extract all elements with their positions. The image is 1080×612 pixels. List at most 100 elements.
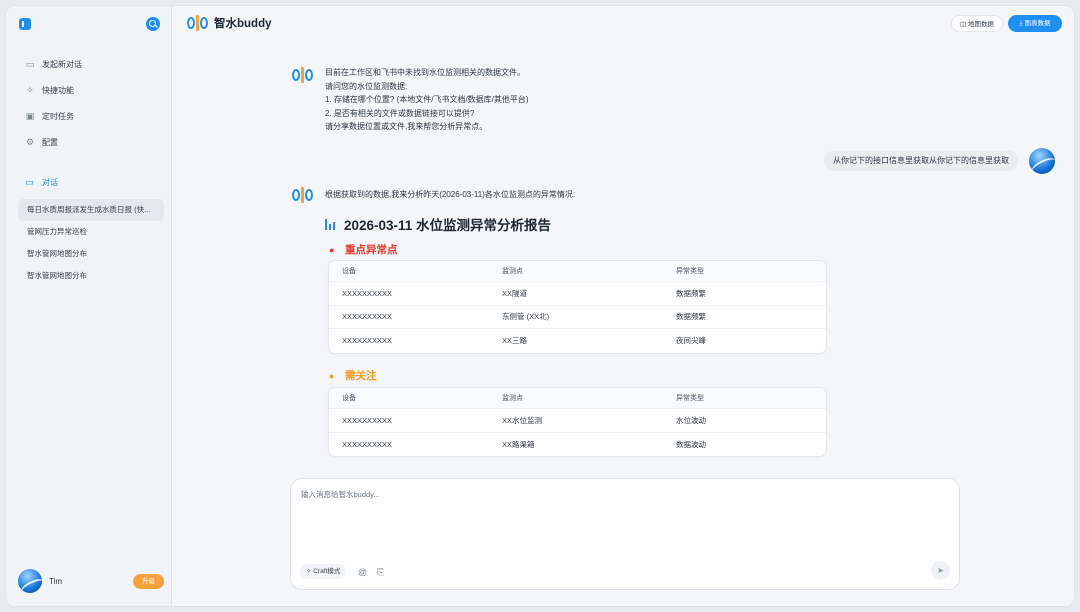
table-cell: XX水位监测 [502,415,543,425]
brand-name: 智水buddy [214,18,272,30]
craft-mode-button[interactable]: ✧ Craft模式 [300,564,347,579]
table-cell: XX隧道 [502,288,528,298]
sidebar-toggle-icon[interactable] [19,18,31,30]
table-header-row: 设备 监测点 异常类型 [329,388,826,409]
table-row: XXXXXXXXXX XX路渠箱 数据波动 [329,433,826,457]
message-input[interactable] [301,489,941,549]
user-message-bubble: 从你记下的接口信息里获取从你记下的信息里获取 [824,151,1018,171]
table-cell: XXXXXXXXXX [342,439,393,449]
craft-mode-label: Craft模式 [313,568,341,575]
table-row: XXXXXXXXXX XX三路 夜间尖峰 [329,329,826,353]
sidebar-menu: ▭ 发起新对话 ✧ 快捷功能 ▣ 定时任务 ⚙ 配置 [18,51,163,155]
main-panel: 智水buddy ◫ 地图数据 ⤓ 图表数据 目前在工作区和飞书中未找到水位监测相关的… [173,6,1074,606]
calendar-icon: ▣ [25,110,35,121]
table-header-cell: 设备 [342,395,356,402]
table-cell: XXXXXXXXXX [342,288,393,298]
bot-line: 1. 存储在哪个位置? (本地文件/飞书文档/数据库/其他平台) [325,95,529,104]
bot-message-text: 根据获取到的数据,我来分析昨天(2026-03-11)各水位监测点的异常情况: [325,190,576,199]
mention-icon[interactable]: @ [358,567,367,577]
conversation-item[interactable]: 智水管网地图分布 [18,243,164,265]
anomaly-table: 设备 监测点 异常类型 XXXXXXXXXX XX隧道 数据频繁 XXXXXXX… [328,260,827,354]
bot-line: 目前在工作区和飞书中未找到水位监测相关的数据文件。 [325,68,525,77]
table-cell: 数据频繁 [676,312,706,322]
table-cell: XX路渠箱 [502,439,535,449]
send-icon: ➤ [937,566,944,575]
user-profile[interactable]: Tim 升级 [18,568,164,594]
watch-table: 设备 监测点 异常类型 XXXXXXXXXX XX水位监测 水位波动 XXXXX… [328,387,827,457]
conversations-header: ▭ 对话 [25,177,58,188]
bot-message: 根据获取到的数据,我来分析昨天(2026-03-11)各水位监测点的异常情况: [292,186,575,203]
section-title-key-anomalies: ● 重点异常点 [329,242,398,257]
table-cell: XXXXXXXXXX [342,336,393,346]
avatar[interactable] [18,569,42,593]
table-header-cell: 设备 [342,268,356,275]
alert-dot-icon: ● [329,244,335,255]
conversation-item[interactable]: 每日水质周报派发生成水质日报 (快... [18,199,164,221]
bot-line: 2. 是否有相关的文件或数据链接可以提供? [325,108,475,118]
map-icon: ◫ [959,21,966,28]
bot-message: 目前在工作区和飞书中未找到水位监测相关的数据文件。 请问您的水位监测数据: 1.… [292,66,529,134]
chart-data-button[interactable]: ⤓ 图表数据 [1008,15,1062,32]
conversation-item[interactable]: 管网压力异常巡检 [18,221,164,243]
sidebar-item-label: 快捷功能 [42,85,74,95]
table-cell: XXXXXXXXXX [342,312,393,322]
gear-icon: ⚙ [25,136,35,147]
sparkle-icon: ✧ [26,84,34,95]
chat-icon: ▭ [25,177,34,187]
table-header-cell: 监测点 [502,395,523,402]
send-button[interactable]: ➤ [931,561,950,580]
report-title-text: 2026-03-11 水位监测异常分析报告 [344,218,552,233]
conversations-label: 对话 [42,178,58,187]
table-cell: XX三路 [502,336,528,346]
user-name: Tim [49,576,63,586]
table-cell: 水位波动 [676,415,706,425]
bar-chart-icon [325,218,336,230]
user-message: 从你记下的接口信息里获取从你记下的信息里获取 [824,148,1055,174]
attachment-icon[interactable]: ⎘ [377,567,384,578]
chart-data-label: 图表数据 [1024,20,1051,27]
table-cell: XXXXXXXXXX [342,415,393,425]
sidebar-item-label: 配置 [42,137,58,147]
app-window: ▭ 发起新对话 ✧ 快捷功能 ▣ 定时任务 ⚙ 配置 ▭ 对话 每日水质周报派发… [5,5,1075,607]
bot-line: 请问您的水位监测数据: [325,81,408,91]
upgrade-button[interactable]: 升级 [133,573,164,589]
sidebar-item-label: 发起新对话 [42,59,82,69]
bot-avatar-icon [292,187,314,203]
section-title-text: 需关注 [345,370,377,382]
search-icon[interactable] [146,17,160,31]
sidebar-item-shortcuts[interactable]: ✧ 快捷功能 [18,77,163,103]
table-cell: 数据波动 [676,439,706,449]
table-row: XXXXXXXXXX XX水位监测 水位波动 [329,409,826,433]
sidebar-item-label: 定时任务 [42,111,74,121]
bot-message-text: 目前在工作区和飞书中未找到水位监测相关的数据文件。 请问您的水位监测数据: 1.… [325,66,529,134]
table-cell: 夜间尖峰 [676,336,706,346]
avatar [1029,148,1055,174]
download-icon: ⤓ [1019,20,1023,27]
table-header-row: 设备 监测点 异常类型 [329,261,826,282]
table-cell: 东侧管 (XX北) [502,312,550,322]
conversation-item[interactable]: 智水管网地图分布 [18,265,164,287]
chat-icon: ▭ [25,58,35,69]
sidebar-item-scheduled-tasks[interactable]: ▣ 定时任务 [18,103,163,129]
brand-logo-icon [187,15,209,31]
table-header-cell: 异常类型 [676,395,704,402]
map-data-label: 地图数据 [968,21,994,28]
table-row: XXXXXXXXXX XX隧道 数据频繁 [329,282,826,306]
table-cell: 数据频繁 [676,288,706,298]
conversation-list: 每日水质周报派发生成水质日报 (快... 管网压力异常巡检 智水管网地图分布 智… [18,199,164,287]
section-title-text: 重点异常点 [345,244,398,256]
sidebar: ▭ 发起新对话 ✧ 快捷功能 ▣ 定时任务 ⚙ 配置 ▭ 对话 每日水质周报派发… [6,6,172,606]
sidebar-item-new-chat[interactable]: ▭ 发起新对话 [18,51,163,77]
sidebar-item-settings[interactable]: ⚙ 配置 [18,129,163,155]
table-row: XXXXXXXXXX 东侧管 (XX北) 数据频繁 [329,306,826,329]
report-title: 2026-03-11 水位监测异常分析报告 [325,214,551,234]
brand: 智水buddy [187,15,272,31]
bot-avatar-icon [292,67,314,83]
warning-dot-icon: ● [329,370,335,381]
table-header-cell: 监测点 [502,268,523,275]
sparkle-icon: ✧ [306,568,312,575]
bot-line: 请分享数据位置或文件,我来帮您分析异常点。 [325,122,488,131]
table-header-cell: 异常类型 [676,268,704,275]
message-composer: ✧ Craft模式 @ ⎘ ➤ [290,478,960,590]
map-data-button[interactable]: ◫ 地图数据 [950,15,1003,32]
